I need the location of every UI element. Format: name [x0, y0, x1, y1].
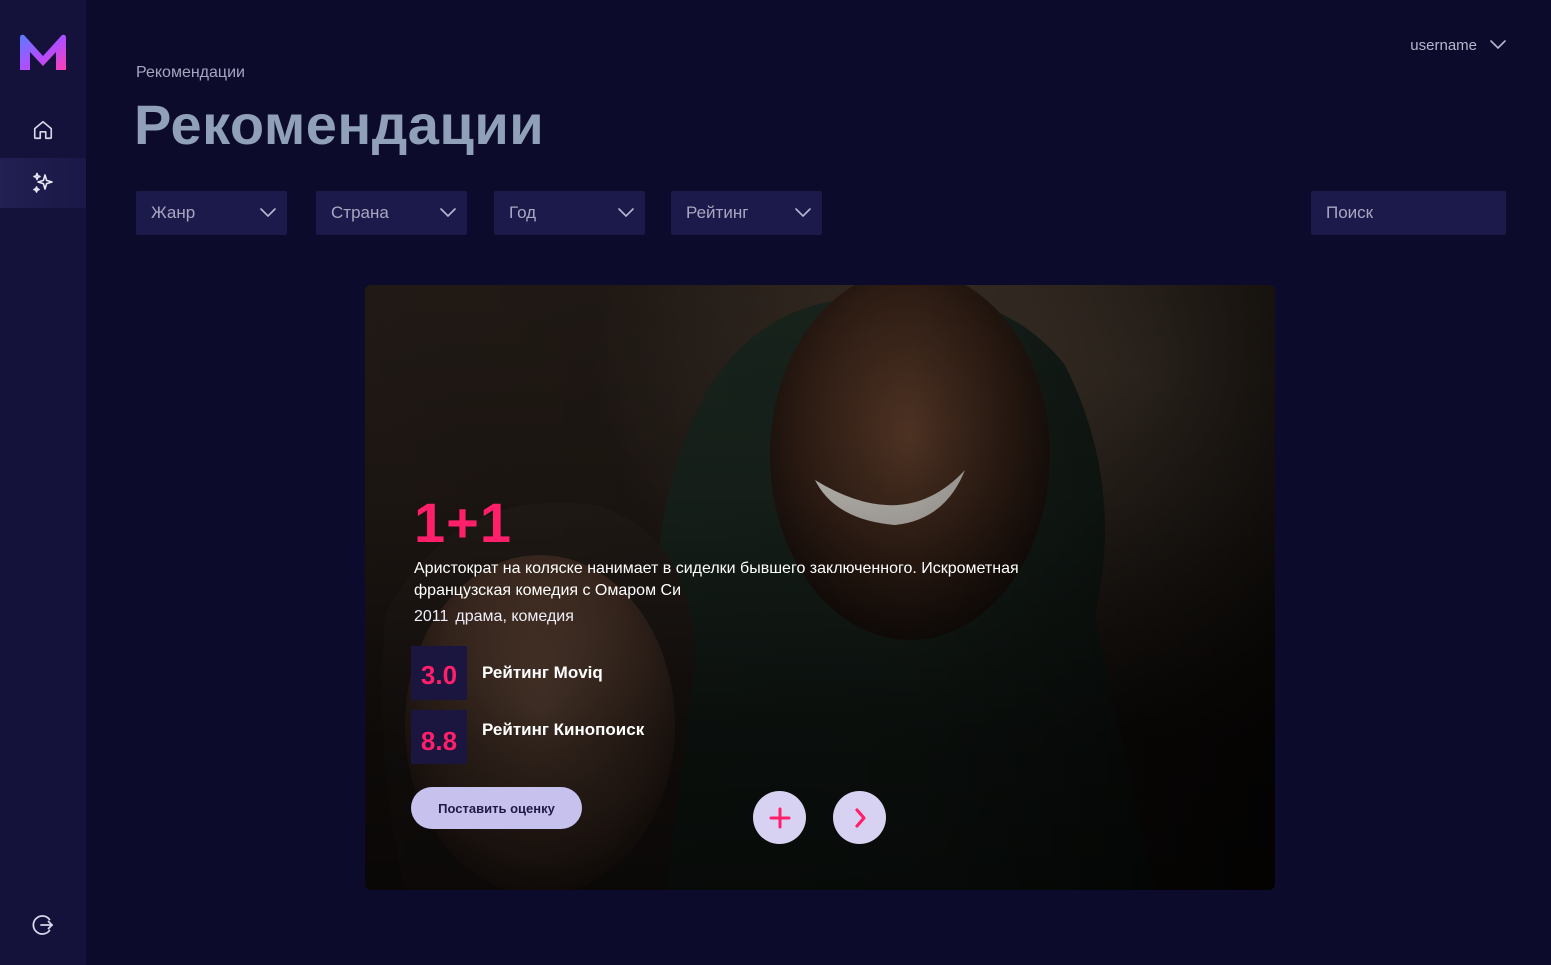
user-menu[interactable]: username: [1410, 36, 1507, 54]
year-filter-dropdown[interactable]: Год: [494, 191, 645, 235]
chevron-down-icon: [1490, 40, 1506, 50]
search-input[interactable]: [1311, 191, 1506, 235]
home-icon: [33, 120, 53, 140]
sparkles-icon: [33, 172, 53, 193]
app: username Рекомендации Рекомендации Жанр …: [0, 0, 1551, 965]
movie-card: 1+1 Аристократ на коляске нанимает в сид…: [365, 285, 1275, 890]
page-title: Рекомендации: [134, 93, 545, 156]
chevron-down-icon: [795, 208, 811, 218]
rating-filter-dropdown[interactable]: Рейтинг: [671, 191, 822, 235]
movie-description: Аристократ на коляске нанимает в сиделки…: [414, 560, 1019, 599]
plus-icon: [769, 807, 790, 828]
rating-kinopoisk: 8.8 Рейтинг Кинопоиск: [411, 710, 644, 764]
rating-moviq: 3.0 Рейтинг Moviq: [411, 646, 603, 700]
genre-filter-dropdown[interactable]: Жанр: [136, 191, 287, 235]
chevron-down-icon: [260, 208, 276, 218]
chevron-down-icon: [618, 208, 634, 218]
rating-moviq-value: 3.0: [411, 646, 467, 700]
chevron-right-icon: [854, 807, 866, 828]
sidebar: [0, 0, 86, 965]
movie-year: 2011: [414, 608, 449, 625]
rating-filter-label: Рейтинг: [686, 203, 749, 222]
rating-moviq-label: Рейтинг Moviq: [482, 663, 603, 682]
rate-movie-button[interactable]: Поставить оценку: [411, 787, 582, 829]
logout-button[interactable]: [0, 900, 86, 950]
breadcrumb[interactable]: Рекомендации: [136, 64, 245, 82]
genre-filter-label: Жанр: [151, 203, 196, 222]
rating-kinopoisk-label: Рейтинг Кинопоиск: [482, 720, 645, 739]
sidebar-item-recommendations[interactable]: [0, 158, 86, 208]
username-label: username: [1410, 36, 1477, 54]
logout-icon: [32, 915, 53, 935]
next-movie-button[interactable]: [833, 791, 886, 844]
country-filter-label: Страна: [331, 203, 389, 222]
country-filter-dropdown[interactable]: Страна: [316, 191, 467, 235]
movie-title: 1+1: [414, 491, 512, 554]
chevron-down-icon: [440, 208, 456, 218]
movie-genres: драма, комедия: [455, 608, 574, 625]
year-filter-label: Год: [509, 203, 537, 222]
rating-kinopoisk-value: 8.8: [411, 710, 467, 764]
add-to-list-button[interactable]: [753, 791, 806, 844]
moviq-m-logo-icon[interactable]: [16, 32, 70, 72]
movie-meta: 2011 драма, комедия: [414, 608, 574, 626]
sidebar-item-home[interactable]: [0, 105, 86, 155]
